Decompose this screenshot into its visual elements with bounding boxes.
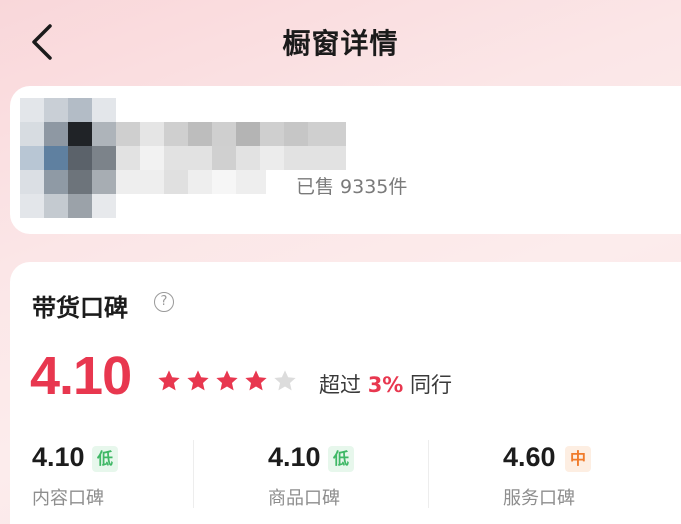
sub-score-value: 4.10 bbox=[32, 442, 85, 472]
peer-comparison-prefix: 超过 bbox=[319, 373, 368, 397]
peer-comparison-suffix: 同行 bbox=[403, 373, 453, 397]
star-filled-icon bbox=[216, 370, 238, 391]
nav-bar: 橱窗详情 bbox=[0, 0, 681, 84]
divider bbox=[428, 440, 429, 508]
sub-score-label: 服务口碑 bbox=[503, 488, 575, 509]
help-icon[interactable]: ? bbox=[154, 292, 174, 312]
star-filled-icon bbox=[245, 370, 267, 391]
sold-count: 已售 9335件 bbox=[296, 176, 408, 198]
sub-score-value: 4.10 bbox=[268, 442, 321, 472]
peer-comparison: 超过 3% 同行 bbox=[319, 369, 452, 399]
star-filled-icon bbox=[187, 370, 209, 391]
level-tag: 低 bbox=[328, 446, 354, 472]
level-tag: 中 bbox=[565, 446, 591, 472]
star-empty-icon bbox=[274, 370, 296, 391]
divider bbox=[193, 440, 194, 508]
star-rating bbox=[156, 368, 298, 394]
reputation-title: 带货口碑 bbox=[32, 294, 128, 322]
level-tag: 低 bbox=[92, 446, 118, 472]
sub-score-label: 内容口碑 bbox=[32, 488, 104, 509]
overall-score: 4.10 bbox=[30, 346, 132, 406]
sub-score-label: 商品口碑 bbox=[268, 488, 340, 509]
peer-comparison-percent: 3% bbox=[367, 373, 404, 397]
page-title: 橱窗详情 bbox=[282, 27, 399, 60]
star-filled-icon bbox=[158, 370, 180, 391]
sub-score-value: 4.60 bbox=[503, 442, 556, 472]
